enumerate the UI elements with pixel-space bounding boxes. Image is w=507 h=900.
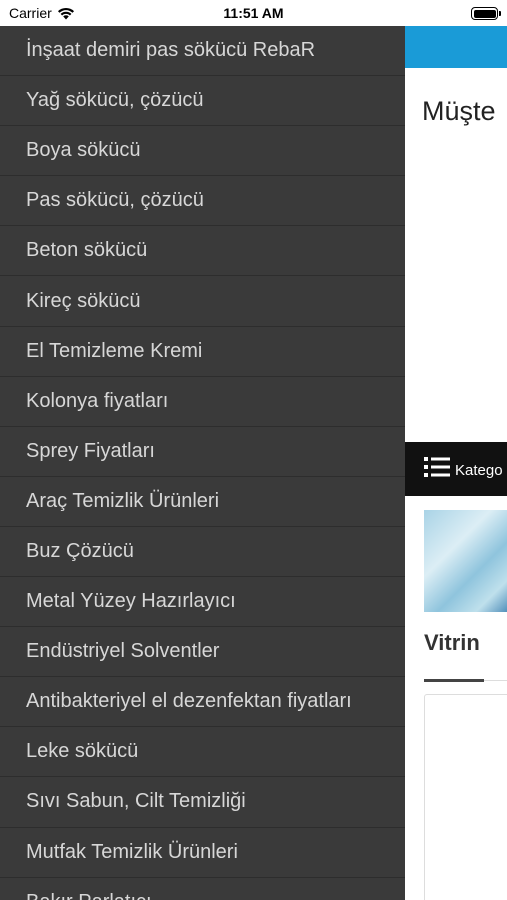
status-bar: Carrier 11:51 AM [0,0,507,26]
menu-item[interactable]: İnşaat demiri pas sökücü RebaR [0,26,405,77]
menu-item-label: Kolonya fiyatları [26,389,169,412]
menu-item[interactable]: Boya sökücü [0,126,405,177]
menu-item-label: İnşaat demiri pas sökücü RebaR [26,39,316,62]
menu-item[interactable]: Antibakteriyel el dezenfektan fiyatları [0,677,405,728]
menu-item[interactable]: Bakır Parlatıcı [0,878,405,900]
menu-item[interactable]: Kolonya fiyatları [0,377,405,427]
menu-item[interactable]: Endüstriyel Solventler [0,627,405,678]
menu-item-label: Bakır Parlatıcı [26,891,152,900]
menu-item-label: Metal Yüzey Hazırlayıcı [26,590,236,613]
menu-item[interactable]: Kireç sökücü [0,276,405,327]
menu-item[interactable]: Metal Yüzey Hazırlayıcı [0,577,405,628]
menu-item-label: Boya sökücü [26,139,141,162]
menu-item-label: Yağ sökücü, çözücü [26,89,204,112]
promo-banner-image[interactable] [424,510,507,612]
page-heading: Müşte [422,96,496,126]
menu-item-label: Kireç sökücü [26,289,141,312]
menu-item-label: El Temizleme Kremi [26,339,203,362]
menu-item[interactable]: Mutfak Temizlik Ürünleri [0,828,405,878]
menu-item-label: Leke sökücü [26,740,139,763]
menu-item[interactable]: Pas sökücü, çözücü [0,176,405,227]
menu-item-label: Sprey Fiyatları [26,439,155,462]
top-app-bar [405,26,507,68]
clock: 11:51 AM [223,5,284,21]
menu-item-label: Antibakteriyel el dezenfektan fiyatları [26,690,352,713]
menu-item-label: Buz Çözücü [26,539,134,562]
section-divider [484,680,507,681]
menu-item[interactable]: Beton sökücü [0,226,405,277]
side-menu-drawer[interactable]: İnşaat demiri pas sökücü RebaR Yağ söküc… [0,26,405,900]
product-card[interactable] [424,694,507,900]
category-bar-label: Katego [455,462,503,479]
menu-item-label: Endüstriyel Solventler [26,640,220,663]
list-icon [424,457,450,477]
menu-item-label: Sıvı Sabun, Cilt Temizliği [26,790,246,813]
main-content: Müşte Katego Vitrin [405,26,507,900]
section-tab-indicator [424,679,484,682]
menu-item[interactable]: El Temizleme Kremi [0,327,405,377]
menu-item-label: Pas sökücü, çözücü [26,189,204,212]
menu-item[interactable]: Leke sökücü [0,727,405,778]
menu-item-label: Araç Temizlik Ürünleri [26,489,220,512]
category-bar[interactable]: Katego [405,442,507,496]
battery-icon [471,7,501,20]
section-title: Vitrin [424,630,480,655]
menu-item-label: Beton sökücü [26,239,148,262]
menu-item[interactable]: Sprey Fiyatları [0,427,405,477]
menu-item[interactable]: Araç Temizlik Ürünleri [0,477,405,527]
menu-item[interactable]: Yağ sökücü, çözücü [0,76,405,127]
menu-item[interactable]: Buz Çözücü [0,527,405,578]
menu-item-label: Mutfak Temizlik Ürünleri [26,840,238,863]
menu-item[interactable]: Sıvı Sabun, Cilt Temizliği [0,777,405,828]
